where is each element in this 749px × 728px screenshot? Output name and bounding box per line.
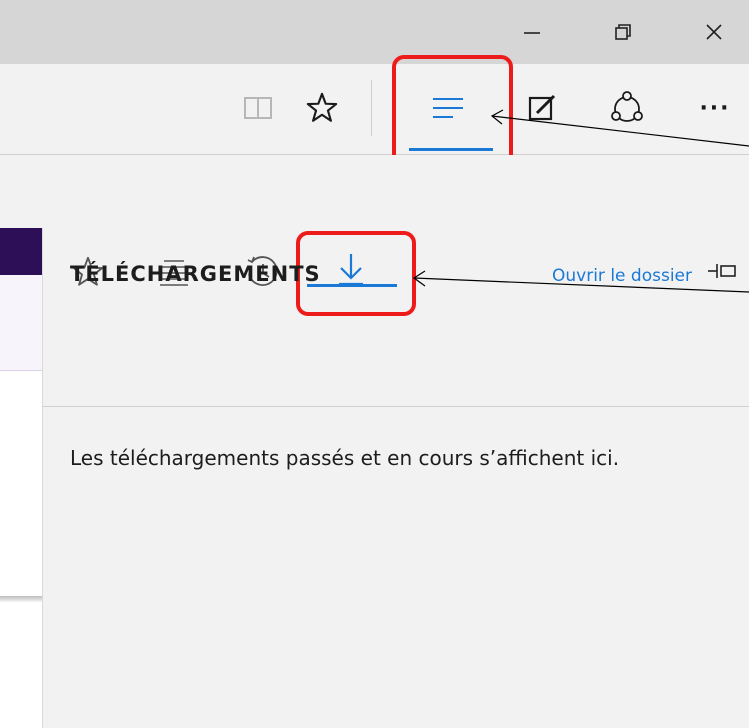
arrow-to-downloads (412, 270, 749, 293)
annotation-arrows (412, 109, 749, 293)
arrow-to-hub (490, 109, 749, 147)
